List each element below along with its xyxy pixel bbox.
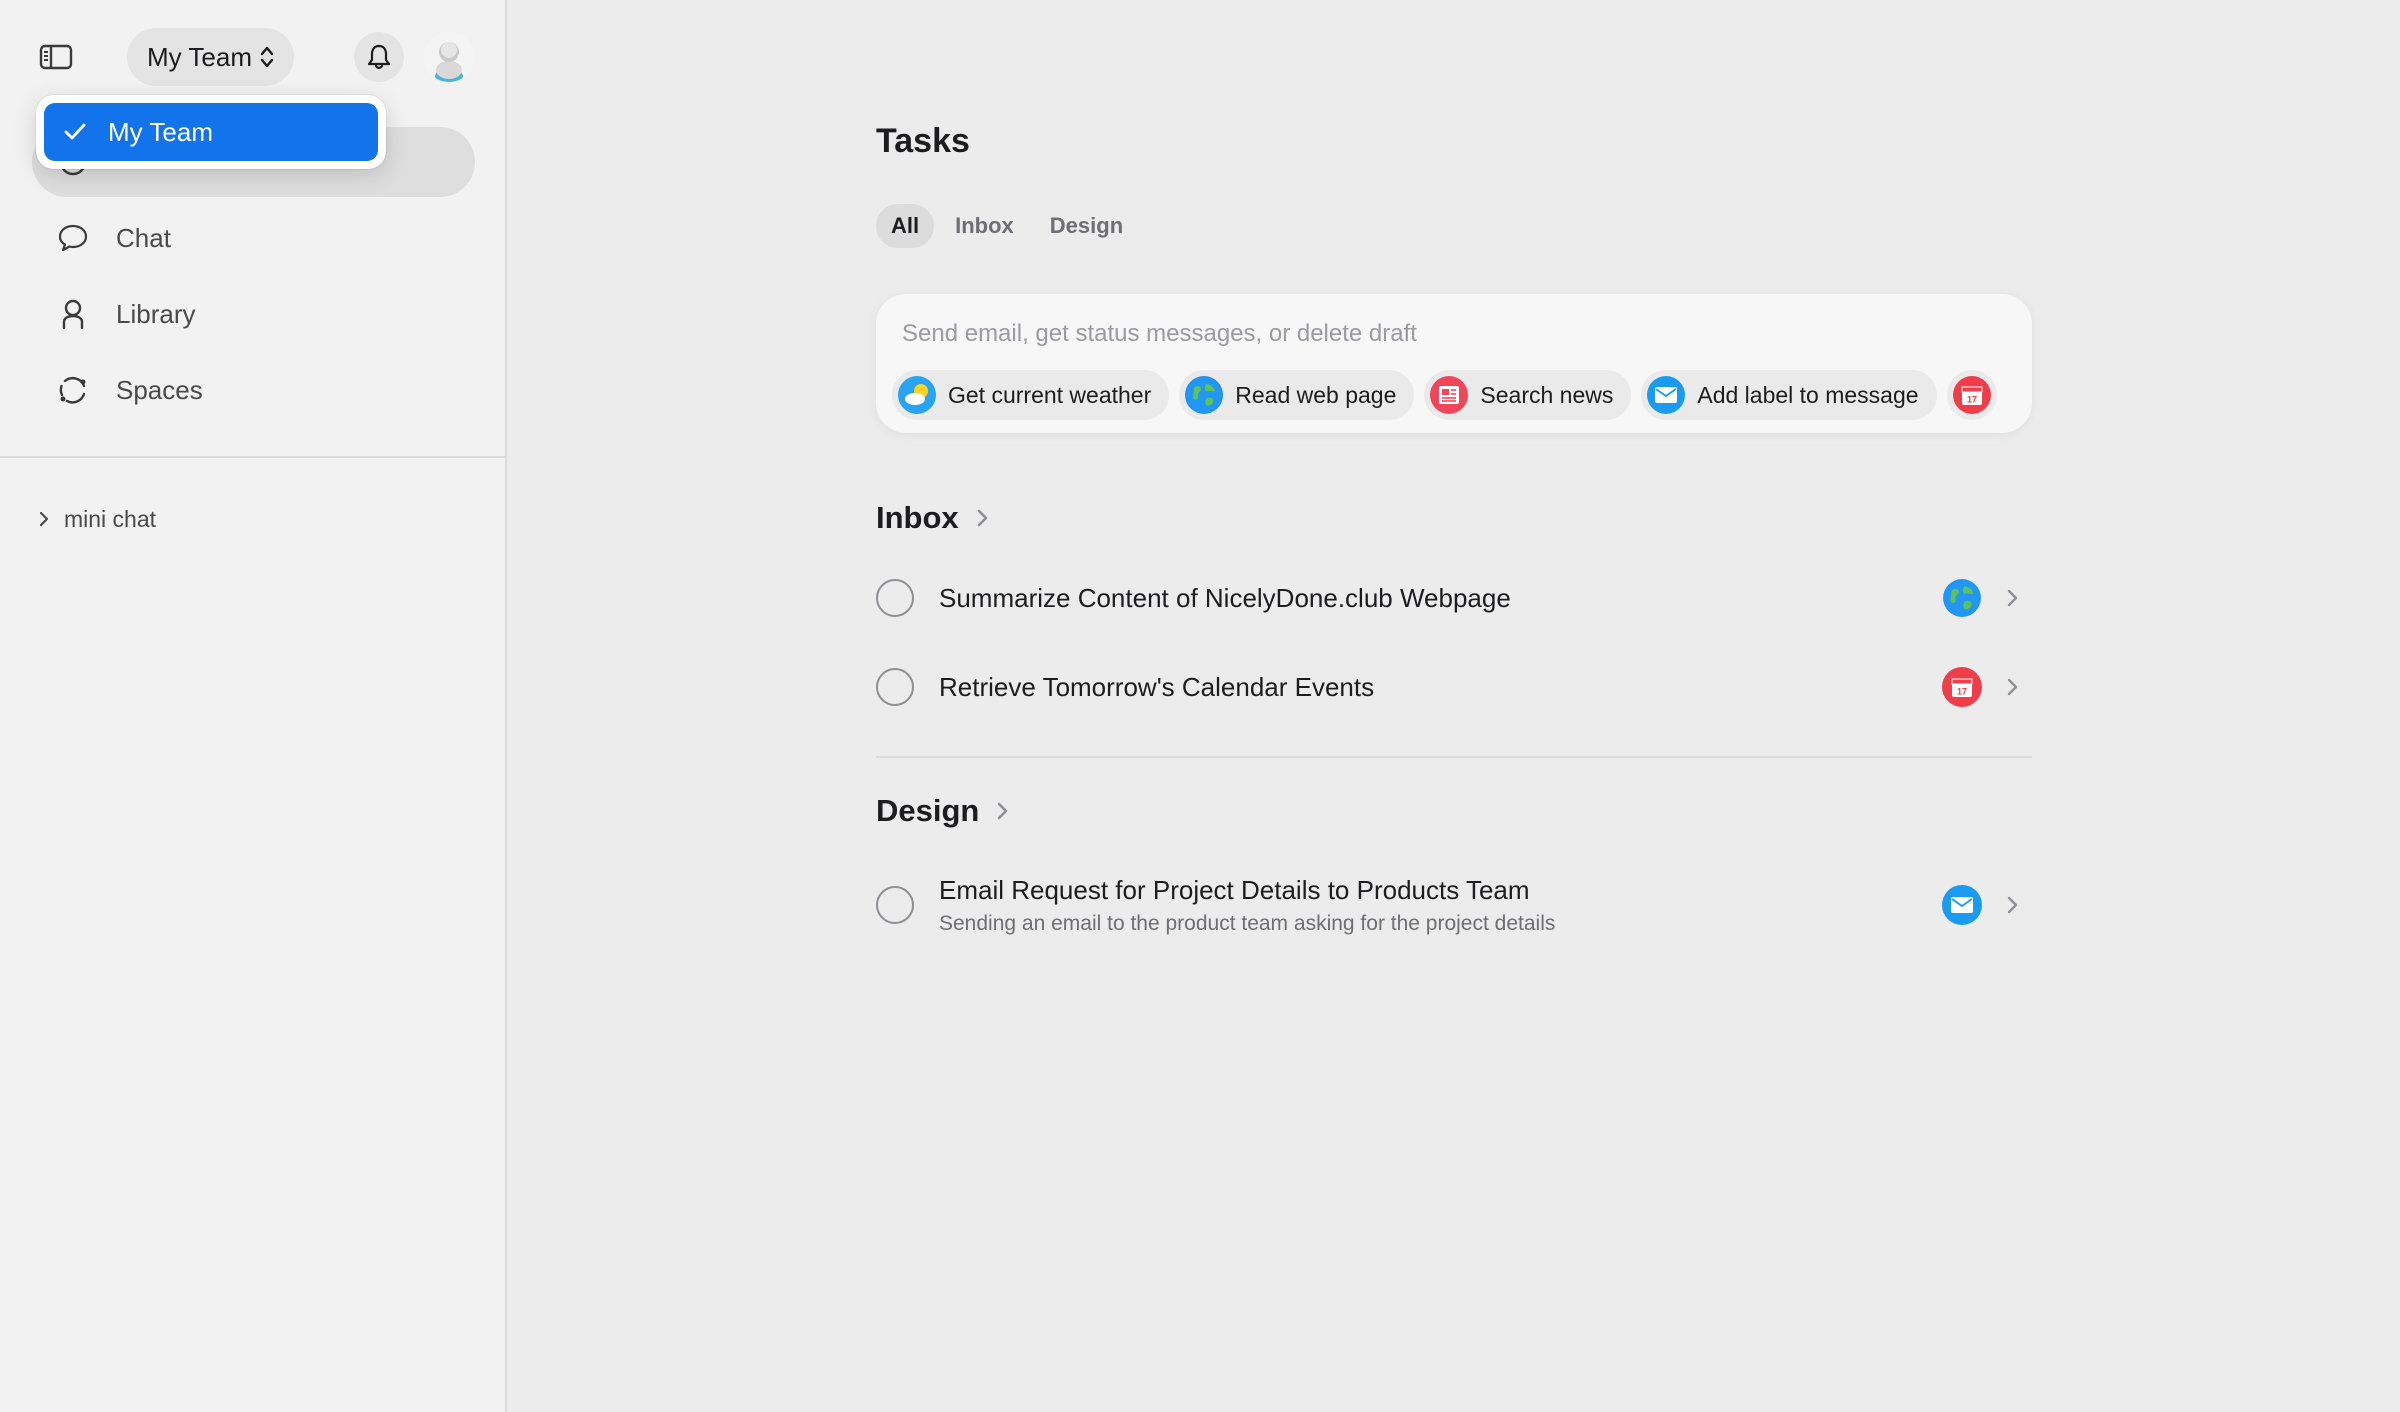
sidebar-toggle-icon [39,44,73,70]
chip-calendar[interactable]: 17 [1946,370,1997,420]
tab-inbox[interactable]: Inbox [940,204,1029,248]
chevron-up-down-icon [260,46,274,68]
sidebar-nav: Chat Library Spaces [32,127,475,431]
avatar[interactable] [424,32,474,82]
chevron-right-icon[interactable] [2000,587,2024,609]
chip-label: Get current weather [948,381,1152,408]
svg-text:17: 17 [1957,687,1967,697]
team-option-my-team[interactable]: My Team [44,103,378,161]
page-title: Tasks [876,122,970,160]
task-row[interactable]: Email Request for Project Details to Pro… [876,863,2032,947]
section-header-inbox[interactable]: Inbox [876,500,989,536]
task-complete-checkbox[interactable] [876,668,914,706]
notifications-button[interactable] [354,32,404,82]
team-option-label: My Team [108,116,213,147]
section-divider [876,756,2032,758]
sidebar-item-label: Spaces [116,374,203,405]
chip-label: Search news [1480,381,1614,408]
composer-input[interactable] [902,314,2002,354]
chip-add-label-to-message[interactable]: Add label to message [1641,370,1937,420]
sidebar-item-label: Library [116,298,196,329]
bell-icon [367,44,391,70]
chip-label: Add label to message [1697,381,1919,408]
chevron-right-icon [39,511,49,527]
calendar-icon: 17 [1952,376,1991,414]
orbit-icon [56,373,90,407]
sidebar-item-chat[interactable]: Chat [32,203,475,273]
task-row[interactable]: Retrieve Tomorrow's Calendar Events 17 [876,652,2032,722]
team-dropdown-menu: My Team [36,95,386,169]
globe-icon [1942,578,1982,618]
news-icon [1430,376,1469,414]
section-title: Design [876,793,980,828]
task-title: Summarize Content of NicelyDone.club Web… [939,582,1511,613]
weather-icon [898,376,936,414]
svg-text:17: 17 [1967,395,1977,405]
task-title: Email Request for Project Details to Pro… [939,874,1530,905]
tab-all[interactable]: All [876,204,935,248]
mini-chat-toggle[interactable]: mini chat [38,503,156,535]
person-icon [56,297,90,331]
checkmark-icon [64,123,86,140]
calendar-icon: 17 [1942,667,1982,707]
task-text: Retrieve Tomorrow's Calendar Events [939,672,1942,703]
chevron-right-icon [998,802,1008,820]
mail-icon [1647,376,1686,414]
task-composer: Get current weather Read web page [876,294,2032,433]
team-switcher-button[interactable]: My Team [127,28,294,86]
task-complete-checkbox[interactable] [876,579,914,617]
sidebar-divider [0,456,505,458]
chip-get-current-weather[interactable]: Get current weather [892,370,1170,420]
chevron-right-icon[interactable] [2000,676,2024,698]
app-window: My Team Chat Library Spaces mini chat My… [0,0,2400,1412]
section-title: Inbox [876,500,959,535]
sidebar-item-label: Chat [116,222,171,253]
sidebar-item-library[interactable]: Library [32,279,475,349]
sidebar-toggle-button[interactable] [38,42,74,72]
sidebar: My Team Chat Library Spaces mini chat My… [0,0,507,1412]
mail-icon [1942,885,1982,925]
chevron-right-icon [977,509,987,527]
task-row[interactable]: Summarize Content of NicelyDone.club Web… [876,563,2032,633]
globe-icon [1185,376,1224,414]
task-complete-checkbox[interactable] [876,886,914,924]
user-avatar-icon [424,32,474,82]
chat-bubble-icon [56,221,90,255]
tab-design[interactable]: Design [1035,204,1138,248]
task-subtitle: Sending an email to the product team ask… [939,911,1556,935]
main-content: Tasks All Inbox Design Send email, get s… [507,0,2400,1412]
task-text: Summarize Content of NicelyDone.club Web… [939,583,1942,614]
chip-label: Read web page [1235,381,1397,408]
task-tabs: All Inbox Design [876,204,1138,248]
chevron-right-icon[interactable] [2000,894,2024,916]
sidebar-item-spaces[interactable]: Spaces [32,355,475,425]
task-text: Email Request for Project Details to Pro… [939,875,1942,936]
chip-search-news[interactable]: Search news [1424,370,1632,420]
task-title: Retrieve Tomorrow's Calendar Events [939,671,1375,702]
section-header-design[interactable]: Design [876,793,1009,829]
team-switcher-label: My Team [147,41,252,72]
chip-read-web-page[interactable]: Read web page [1179,370,1415,420]
mini-chat-label: mini chat [64,505,157,532]
suggestion-chips: Get current weather Read web page Search… [892,370,1997,420]
